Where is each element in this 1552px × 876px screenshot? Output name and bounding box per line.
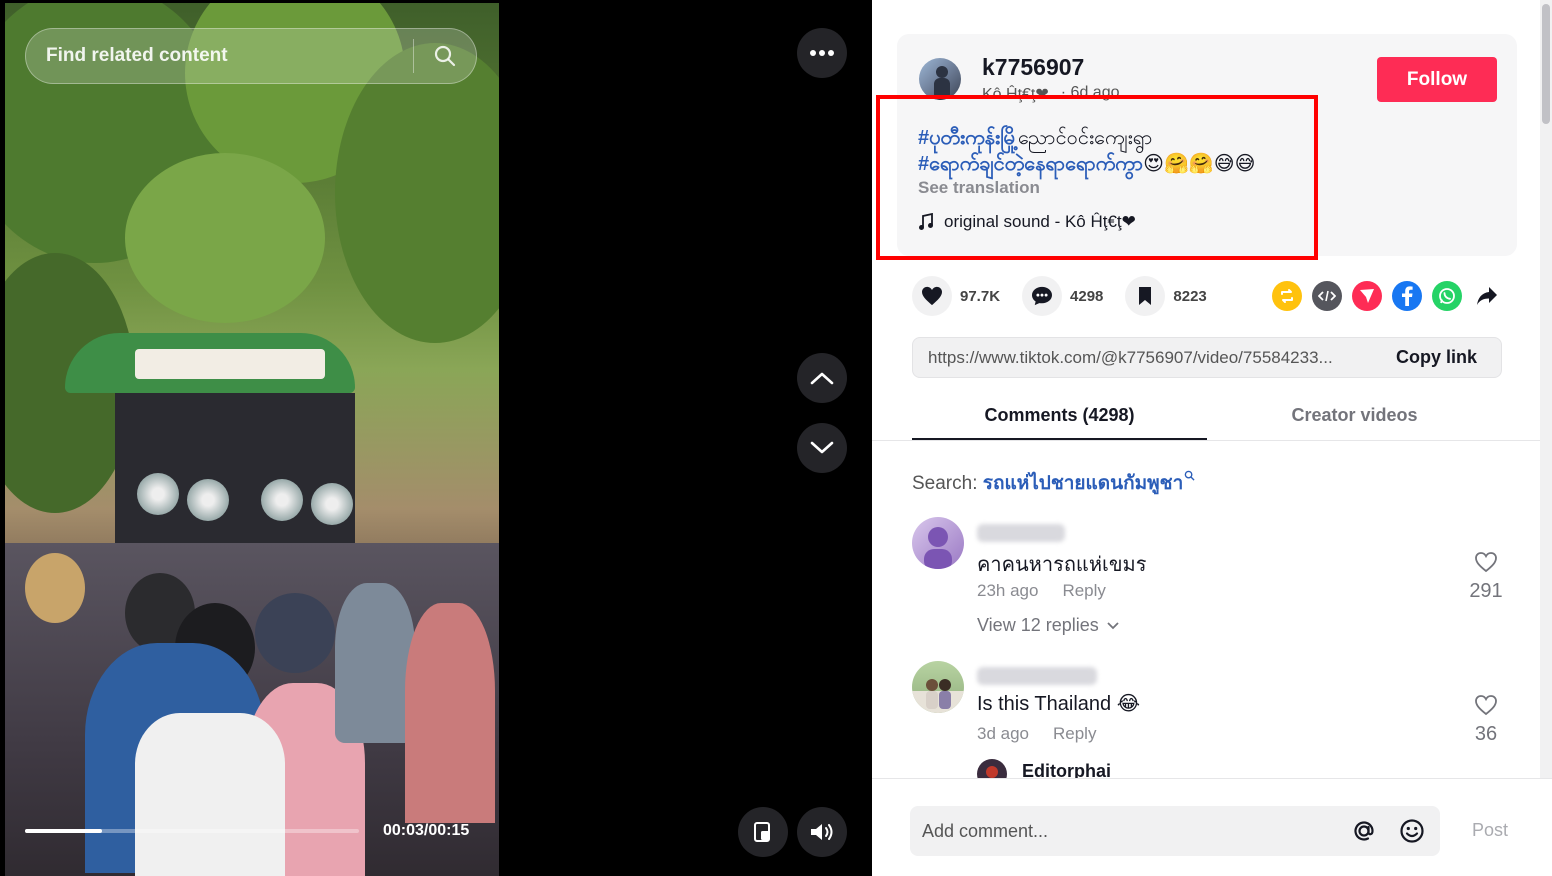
copy-link-box: https://www.tiktok.com/@k7756907/video/7… [912,337,1502,378]
author-avatar[interactable] [919,58,961,100]
annotation-highlight-box [876,95,1318,260]
view-replies-button[interactable]: View 12 replies [977,615,1119,636]
commenter-avatar[interactable] [912,661,964,713]
tab-creator-videos[interactable]: Creator videos [1207,396,1502,440]
search-query: รถแห่ไปชายแดนกัมพูชา [982,473,1184,494]
chevron-up-icon [810,372,834,385]
comment-circle [1022,276,1063,316]
save-button[interactable]: 8223 [1125,276,1207,316]
chevron-down-icon [1107,621,1119,629]
heart-icon [922,286,942,306]
more-share-button[interactable] [1472,281,1502,311]
embed-code-icon [1318,290,1336,302]
time-readout: 00:03/00:15 [383,822,470,839]
heart-outline-icon [1475,695,1497,716]
share-row [1272,281,1502,311]
at-sign-icon [1354,821,1374,841]
search-icon [434,45,456,67]
facebook-share-button[interactable] [1392,281,1422,311]
send-to-friends-button[interactable] [1352,281,1382,311]
scroll-thumb[interactable] [1542,4,1550,124]
video-pane: 00:03/00:15 [0,0,872,876]
comment-like-button[interactable]: 36 [1463,694,1509,746]
comment-time: 3d ago [977,724,1029,743]
tab-comments[interactable]: Comments (4298) [912,396,1207,440]
send-icon [1360,289,1374,303]
scrollbar[interactable] [1540,0,1552,778]
picture-in-picture-button[interactable] [738,807,788,857]
comment-time: 23h ago [977,581,1039,600]
related-search-suggestion: Search: รถแห่ไปชายแดนกัมพูชา [912,468,1195,498]
author-username[interactable]: k7756907 [982,54,1084,81]
view-replies-label: View 12 replies [977,615,1099,635]
heart-outline-icon [1475,552,1497,573]
comment-meta: 3d ago Reply [977,724,1096,744]
parade-float [65,333,355,543]
related-search-box[interactable] [25,28,477,84]
search-icon [1184,470,1195,481]
whatsapp-share-button[interactable] [1432,281,1462,311]
search-prefix: Search: [912,473,978,494]
whatsapp-icon [1439,288,1455,304]
video-url[interactable]: https://www.tiktok.com/@k7756907/video/7… [913,348,1376,368]
embed-button[interactable] [1312,281,1342,311]
search-button[interactable] [414,28,476,84]
search-input[interactable] [26,45,413,67]
like-count: 97.7K [960,287,1001,305]
more-options-button[interactable] [797,28,847,78]
emoji-button[interactable] [1392,811,1432,851]
comment-composer [910,806,1440,856]
comment-like-count: 291 [1469,580,1503,602]
reply-button[interactable]: Reply [1062,581,1105,601]
avatar-image [924,527,952,569]
floating-player-icon [754,822,770,842]
avatar-image [912,679,964,713]
add-comment-input[interactable] [910,820,1344,842]
comment-button[interactable]: 4298 [1022,276,1103,316]
reply-button[interactable]: Reply [1053,724,1096,744]
avatar-image [934,66,950,100]
search-suggestion-link[interactable]: รถแห่ไปชายแดนกัมพูชา [982,470,1195,494]
tree-foliage [125,153,325,323]
facebook-icon [1402,286,1413,306]
chevron-down-icon [810,441,834,454]
comment-text: คาคนหารถแห่เขมร [977,554,1147,576]
repost-icon [1281,289,1293,303]
repost-button[interactable] [1272,281,1302,311]
mention-button[interactable] [1344,811,1384,851]
like-button[interactable]: 97.7K [912,276,1000,316]
more-icon [810,50,834,56]
comment-icon [1032,286,1053,306]
like-circle [912,276,952,316]
volume-button[interactable] [797,807,847,857]
volume-icon [811,824,833,840]
previous-video-button[interactable] [797,353,847,403]
comment-meta: 23h ago Reply [977,581,1106,601]
bookmark-icon [1139,287,1152,305]
tab-divider [872,440,1540,441]
comment-like-count: 36 [1474,723,1498,745]
share-arrow-icon [1477,287,1497,305]
commenter-name-redacted [977,524,1065,542]
action-bar: 97.7K 4298 8223 [912,276,1229,316]
copy-link-button[interactable]: Copy link [1376,347,1501,368]
progress-bar[interactable] [25,829,359,833]
video-frame[interactable]: 00:03/00:15 [5,3,499,876]
comment-text: Is this Thailand 😂 [977,693,1141,715]
comment-like-button[interactable]: 291 [1463,551,1509,603]
save-circle [1125,276,1166,316]
emoji-icon [1400,819,1424,843]
post-button[interactable]: Post [1472,820,1508,841]
commenter-name-redacted [977,667,1097,685]
commenter-avatar[interactable] [912,517,964,569]
next-video-button[interactable] [797,423,847,473]
follow-button[interactable]: Follow [1377,57,1497,102]
comment-count: 4298 [1070,287,1104,305]
save-count: 8223 [1173,287,1207,305]
progress-fill [25,829,102,833]
tab-bar: Comments (4298) Creator videos [912,396,1502,440]
